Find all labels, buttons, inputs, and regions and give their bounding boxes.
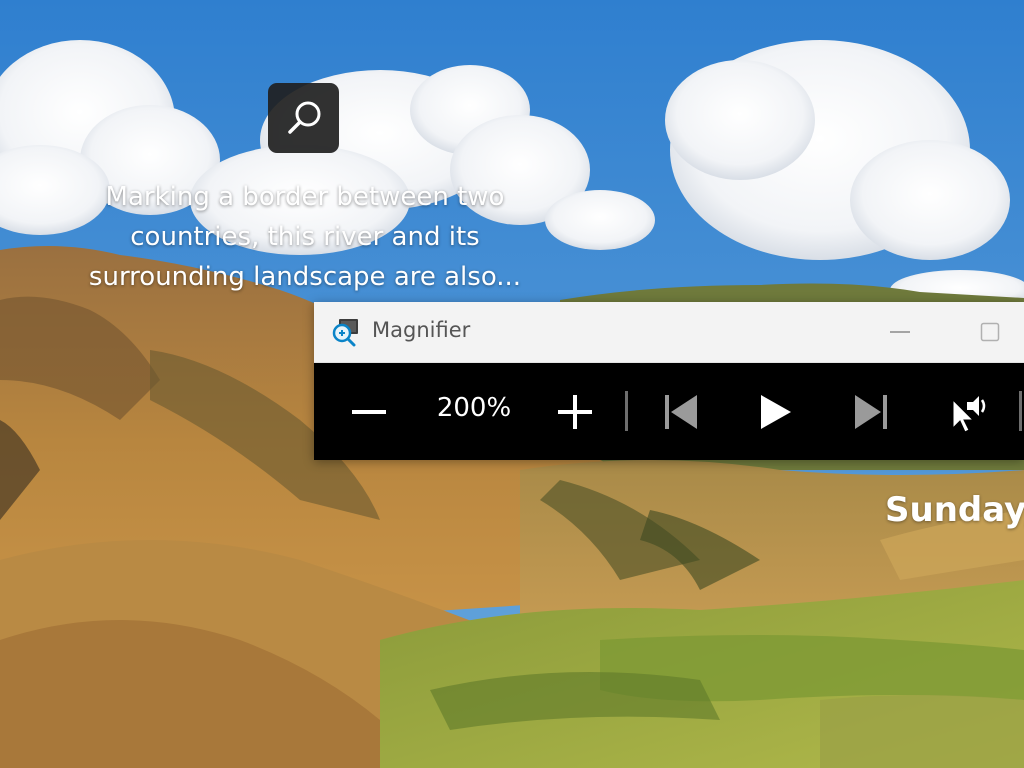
skip-next-icon — [855, 395, 887, 429]
minimize-button[interactable] — [870, 302, 930, 362]
skip-previous-icon — [665, 395, 697, 429]
toolbar-divider — [1019, 391, 1022, 431]
search-icon — [287, 101, 320, 134]
window-title: Magnifier — [372, 318, 471, 342]
next-sentence-button[interactable] — [844, 385, 898, 439]
zoom-out-button[interactable] — [342, 385, 396, 439]
cursor-speaker-icon — [952, 396, 986, 433]
minus-icon — [352, 410, 386, 414]
magnifier-window: Magnifier 200% — [314, 302, 1024, 460]
play-button[interactable] — [748, 385, 802, 439]
maximize-button[interactable] — [960, 302, 1020, 362]
plus-icon — [558, 395, 592, 429]
minimize-icon — [890, 331, 910, 333]
maximize-icon — [980, 322, 1000, 342]
zoom-in-button[interactable] — [548, 385, 602, 439]
previous-sentence-button[interactable] — [654, 385, 708, 439]
search-button[interactable] — [268, 83, 339, 153]
magnifier-app-icon — [332, 319, 358, 347]
zoom-level: 200% — [436, 393, 512, 423]
read-from-here-button[interactable] — [942, 385, 996, 439]
toolbar-divider — [625, 391, 628, 431]
wallpaper-caption[interactable]: Marking a border between two countries, … — [60, 177, 550, 297]
title-bar[interactable]: Magnifier — [314, 302, 1024, 363]
play-icon — [761, 395, 791, 429]
lock-screen-date: Sunday, — [885, 490, 1024, 530]
magnifier-toolbar: 200% — [314, 363, 1024, 460]
